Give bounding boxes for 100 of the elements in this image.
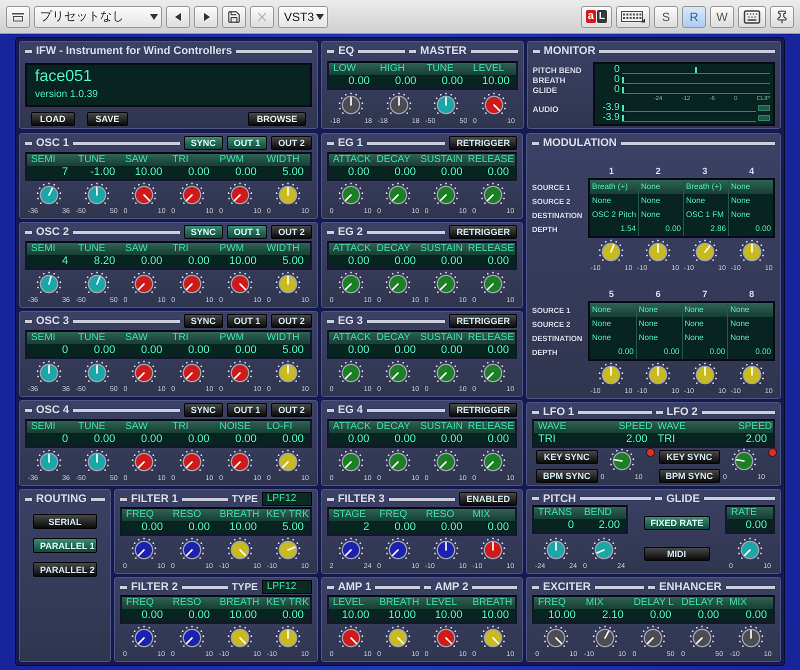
parameter-label: MIX: [471, 509, 492, 521]
parameter-value: 0.00: [346, 166, 370, 178]
matrix-cell[interactable]: Breath (+): [590, 180, 638, 194]
matrix-cell[interactable]: None: [682, 303, 728, 317]
toggle-button[interactable]: OUT 2: [271, 314, 312, 328]
toggle-button[interactable]: FIXED RATE: [644, 516, 710, 530]
parameter-label: TUNE: [77, 154, 106, 166]
matrix-cell[interactable]: None: [728, 208, 773, 222]
matrix-cell[interactable]: None: [727, 303, 773, 317]
matrix-cell[interactable]: 0.00: [590, 345, 636, 359]
parameter-value: 0.00: [346, 432, 370, 446]
toggle-button[interactable]: SYNC: [184, 225, 223, 239]
mode-button[interactable]: S: [654, 6, 678, 28]
toggle-button[interactable]: KEY SYNC: [536, 450, 598, 464]
toggle-button[interactable]: OUT 1: [226, 136, 268, 150]
matrix-cell[interactable]: None: [682, 331, 728, 345]
matrix-cell[interactable]: None: [590, 303, 636, 317]
window-menu-button[interactable]: [6, 6, 30, 28]
matrix-cell[interactable]: Breath (+): [683, 180, 728, 194]
parameter-value: 0.00: [187, 609, 211, 622]
slot-number: 8: [749, 289, 754, 300]
matrix-cell[interactable]: None: [682, 317, 728, 331]
matrix-cell[interactable]: None: [590, 331, 636, 345]
routing-option[interactable]: PARALLEL 1: [33, 538, 97, 553]
next-button[interactable]: [194, 6, 218, 28]
toggle-button[interactable]: KEY SYNC: [658, 450, 720, 464]
parameter-label: PWM: [218, 242, 245, 254]
matrix-cell[interactable]: 1.54: [590, 222, 638, 236]
matrix-cell[interactable]: None: [636, 303, 682, 317]
toggle-button[interactable]: MIDI: [644, 546, 710, 560]
link-toggle-button[interactable]: a L: [580, 6, 612, 28]
keypad-button[interactable]: [616, 6, 650, 28]
matrix-cell[interactable]: None: [636, 317, 682, 331]
toggle-button[interactable]: RETRIGGER: [449, 225, 517, 239]
routing-option[interactable]: PARALLEL 2: [33, 562, 97, 577]
matrix-cell[interactable]: None: [638, 180, 683, 194]
parameter-label: LO-FI: [266, 420, 294, 432]
parameter-value: 0.00: [140, 609, 164, 622]
parameter-label: DECAY: [376, 332, 412, 344]
mode-button[interactable]: R: [682, 6, 706, 28]
matrix-cell[interactable]: None: [636, 331, 682, 345]
toggle-button[interactable]: OUT 1: [226, 403, 268, 417]
matrix-cell[interactable]: OSC 2 Pitch: [590, 208, 638, 222]
parameter-value: 10.00: [434, 609, 464, 622]
push-button[interactable]: SAVE: [86, 112, 128, 126]
toggle-button[interactable]: SYNC: [184, 314, 223, 328]
toggle-button[interactable]: OUT 1: [226, 314, 268, 328]
toggle-button[interactable]: ENABLED: [459, 492, 517, 506]
push-button[interactable]: BROWSE: [248, 112, 306, 126]
filter-type-dropdown[interactable]: LPF12: [262, 492, 312, 506]
preset-dropdown[interactable]: プリセットなし: [34, 6, 162, 28]
filter-type-dropdown[interactable]: LPF12: [262, 580, 312, 594]
plugin-format-dropdown[interactable]: VST3: [278, 6, 328, 28]
save-button[interactable]: [222, 6, 246, 28]
parameter-value: 0.00: [187, 344, 211, 356]
matrix-cell[interactable]: 0.00: [727, 345, 773, 359]
routing-option[interactable]: SERIAL: [33, 514, 97, 529]
matrix-cell[interactable]: None: [727, 317, 773, 331]
keyboard-button[interactable]: [738, 6, 766, 28]
toggle-button[interactable]: BPM SYNC: [536, 469, 598, 483]
parameter-label: RELEASE: [466, 154, 515, 166]
matrix-cell[interactable]: OSC 1 FM: [683, 208, 728, 222]
toggle-button[interactable]: OUT 1: [226, 225, 268, 239]
matrix-cell[interactable]: None: [727, 331, 773, 345]
parameter-value: 0.00: [92, 344, 116, 356]
toggle-button[interactable]: RETRIGGER: [449, 136, 517, 150]
parameter-label: LOW: [332, 62, 357, 74]
matrix-cell[interactable]: None: [683, 194, 728, 208]
toggle-button[interactable]: OUT 2: [271, 136, 312, 150]
parameter-value: 10.00: [134, 166, 164, 178]
mode-button[interactable]: W: [710, 6, 734, 28]
caret-icon: [315, 12, 325, 20]
patch-name: face051: [35, 68, 93, 86]
parameter-label: PWM: [218, 332, 245, 344]
parameter-label: NOISE: [218, 420, 252, 432]
toggle-button[interactable]: RETRIGGER: [449, 403, 517, 417]
toggle-button[interactable]: SYNC: [184, 403, 223, 417]
toggle-button[interactable]: OUT 2: [271, 225, 312, 239]
matrix-cell[interactable]: 0.00: [636, 345, 682, 359]
matrix-cell[interactable]: None: [638, 194, 683, 208]
matrix-cell[interactable]: 0.00: [728, 222, 773, 236]
parameter-label: SAW: [124, 332, 149, 344]
push-button[interactable]: LOAD: [31, 112, 74, 126]
parameter-label: SPEED: [737, 421, 773, 433]
toggle-button[interactable]: RETRIGGER: [449, 314, 517, 328]
toggle-button[interactable]: BPM SYNC: [658, 469, 720, 483]
matrix-cell[interactable]: 2.86: [683, 222, 728, 236]
parameter-value: 2.00: [625, 433, 648, 446]
previous-button[interactable]: [166, 6, 190, 28]
toggle-button[interactable]: SYNC: [184, 136, 223, 150]
matrix-cell[interactable]: None: [728, 194, 773, 208]
matrix-cell[interactable]: None: [728, 180, 773, 194]
toggle-button[interactable]: OUT 2: [271, 403, 312, 417]
pin-button[interactable]: [770, 6, 794, 28]
slot-number: 6: [656, 289, 661, 300]
matrix-cell[interactable]: 0.00: [638, 222, 683, 236]
matrix-cell[interactable]: None: [590, 317, 636, 331]
matrix-cell[interactable]: None: [590, 194, 638, 208]
matrix-cell[interactable]: None: [638, 208, 683, 222]
matrix-cell[interactable]: 0.00: [682, 345, 728, 359]
